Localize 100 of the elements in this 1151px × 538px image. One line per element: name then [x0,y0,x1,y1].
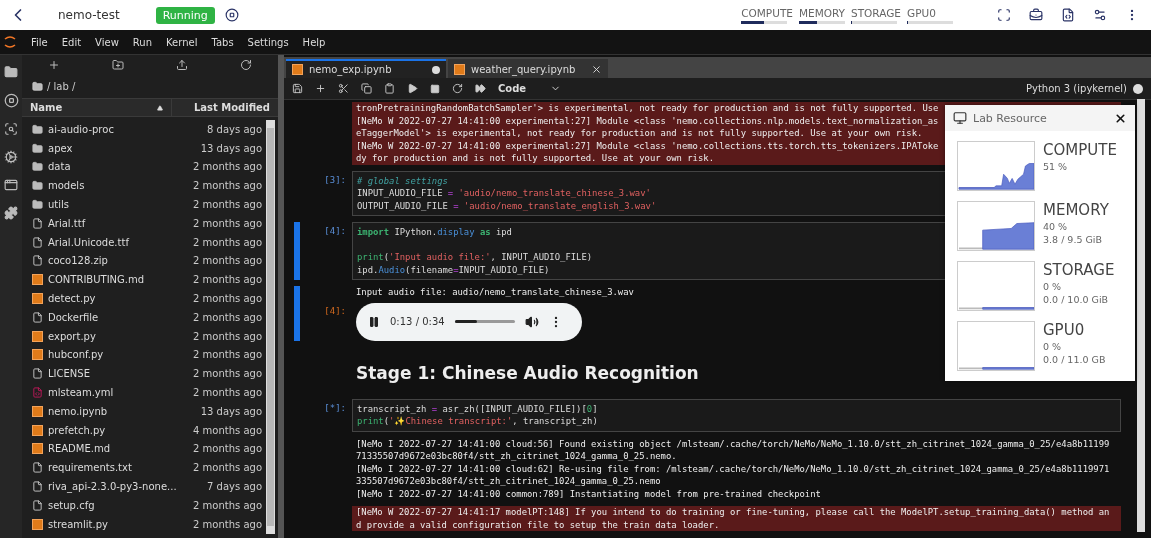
file-name[interactable]: ai-audio-proc [48,123,203,135]
tab-window-icon[interactable] [4,178,18,192]
add-icon[interactable] [315,83,326,94]
file-name[interactable]: setup.cfg [48,499,188,511]
file-name[interactable]: models [48,180,188,192]
kernel-status-icon [1133,83,1143,94]
file-name[interactable]: coco128.zip [48,255,188,267]
file-name[interactable]: detect.py [48,293,188,305]
resource-usage: 3.8 / 9.5 GiB [1043,234,1103,245]
stop-icon[interactable] [3,93,19,108]
volume-icon[interactable] [524,314,539,329]
file-name[interactable]: CONTRIBUTING.md [48,274,188,286]
run-icon[interactable] [407,83,418,94]
output-line: d provide a valid configuration file to setup the train data loader. [356,518,720,531]
menu-item[interactable]: File [24,36,55,48]
output-line: Input audio file: audio/nemo_translate_chinese_3.wav [356,286,634,299]
close-icon[interactable] [591,64,602,75]
run-all-icon[interactable] [475,83,486,94]
file-name[interactable]: utils [48,199,188,211]
menu-item[interactable]: Settings [240,36,296,48]
notebook-file-icon [32,518,43,530]
copy-icon[interactable] [361,83,372,94]
settings-icon[interactable] [1093,8,1107,22]
gears-icon[interactable] [4,150,18,164]
file-name[interactable]: riva_api-2.3.0-py3-none... [48,481,203,493]
modified-date: 2 months ago [193,180,262,192]
progress-track[interactable] [454,320,515,323]
toolbox-icon[interactable] [1029,8,1043,22]
path-text[interactable]: / lab / [47,81,76,92]
notebook-tab[interactable]: nemo_exp.ipynb [286,59,446,78]
file-icon [32,481,43,493]
restart-icon[interactable] [452,83,463,94]
puzzle-icon[interactable] [4,206,18,220]
folder-icon[interactable] [4,65,18,79]
notebook-icon [292,64,303,75]
file-name[interactable]: data [48,161,188,173]
new-folder-icon[interactable] [112,59,124,71]
refresh-icon[interactable] [240,59,252,71]
menu-item[interactable]: Tabs [204,36,241,48]
yaml-file-icon [32,387,43,399]
scrollbar[interactable] [1137,99,1145,532]
code-editor[interactable]: transcript_zh = asr_zh([INPUT_AUDIO_FILE])[0] print('✨Chinese transcript:', transcript_zh) [352,398,1121,432]
modified-date: 8 days ago [207,123,262,135]
file-icon [32,499,43,511]
modified-date: 2 months ago [193,368,262,380]
output-line: eTaggerModel'> is experimental, not ready for production and is not fully supported. Use at your own risk. [356,127,923,140]
modified-date: 2 months ago [193,236,262,248]
stop-icon[interactable] [224,8,239,22]
paste-icon[interactable] [384,83,395,94]
menu-item[interactable]: Run [125,36,160,48]
file-name[interactable]: Arial.ttf [48,217,188,229]
cut-icon[interactable] [338,83,349,94]
file-name[interactable]: Dockerfile [48,311,188,323]
notebook-file-icon [32,405,43,417]
notebook-tab[interactable]: weather_query.ipynb [448,59,608,78]
file-name[interactable]: README.md [48,443,188,455]
meter-label: GPU0 [907,6,937,19]
file-name[interactable]: Arial.Unicode.ttf [48,236,188,248]
file-name[interactable]: apex [48,142,196,154]
panel-title: Lab Resource [973,111,1048,125]
file-icon [32,236,43,248]
cell-type-dropdown[interactable]: Code [498,83,562,94]
file-name[interactable]: export.py [48,330,188,342]
search-icon[interactable] [4,122,18,136]
output-line: [NeMo I 2022-07-27 14:41:00 cloud:62] Re-using file from: /mlsteam/.cache/torch/NeMo/NeMo_1.10.0/stt_zh_citrinet_1024_gamma_0_25/e4a8b1119971 [356,462,1110,475]
column-label: Name [30,102,63,113]
resource-usage: 0.0 / 11.0 GB [1043,354,1106,365]
code-line: import IPython.display as ipd [357,226,512,239]
file-name[interactable]: LICENSE [48,368,188,380]
menu-item[interactable]: Edit [54,36,89,48]
file-name[interactable]: hubconf.py [48,349,188,361]
upload-icon[interactable] [176,59,188,71]
column-header[interactable]: Last Modified [172,99,278,116]
file-icon [32,368,43,380]
file-name[interactable]: requirements.txt [48,462,188,474]
file-name[interactable]: nemo.ipynb [48,405,196,417]
menu-item[interactable]: Kernel [159,36,205,48]
file-name[interactable]: prefetch.py [48,424,188,436]
code-file-icon[interactable] [1061,8,1075,22]
menu-item[interactable]: Help [295,36,333,48]
new-file-icon[interactable] [48,59,60,71]
code-line: INPUT_AUDIO_FILE = 'audio/nemo_translate_chinese_3.wav' [357,187,651,200]
file-name[interactable]: mlsteam.yml [48,387,188,399]
column-header[interactable]: Name [22,99,172,116]
project-name: nemo-test [58,8,120,22]
pause-icon[interactable] [368,315,380,328]
scrollbar[interactable] [266,120,275,534]
code-line: print('Input audio file:', INPUT_AUDIO_FILE) [357,251,593,264]
fullscreen-icon[interactable] [997,8,1011,22]
audio-player[interactable]: 0:13 / 0:34 [356,302,582,341]
output-line: tronPretrainingRandomBatchSampler'> is experimental, not ready for production and is not fully supported. Use [356,102,939,115]
menu-item[interactable]: View [88,36,126,48]
file-name[interactable]: streamlit.py [48,518,188,530]
kernel-name[interactable]: Python 3 (ipykernel) [1025,83,1143,94]
close-icon[interactable] [1114,111,1127,125]
modified-date: 4 months ago [193,424,262,436]
save-icon[interactable] [292,83,303,94]
code-line: # global settings [357,174,448,187]
input-prompt: [4]: [323,225,347,238]
notebook-file-icon [32,424,43,436]
